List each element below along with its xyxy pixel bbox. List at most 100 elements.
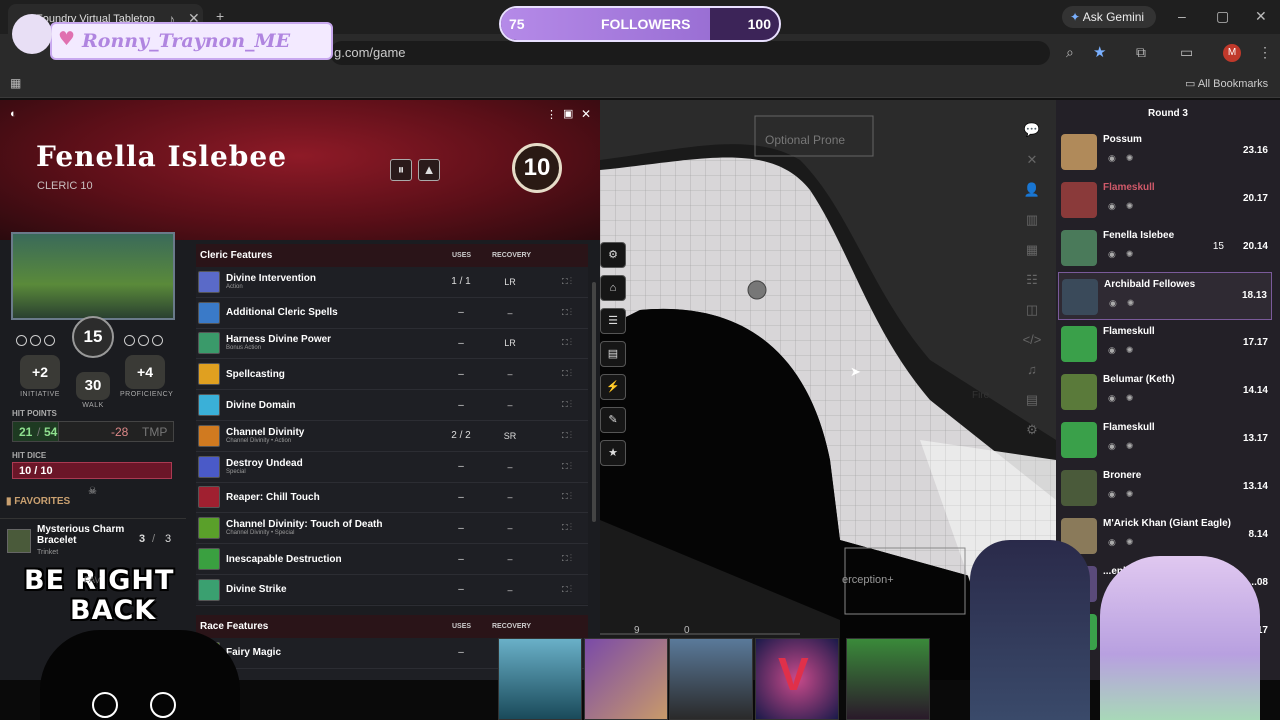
combatant-initiative[interactable]: 14.14 (1243, 385, 1268, 396)
initiative-stat[interactable]: +2 INITIATIVE (15, 355, 65, 398)
combatant-toggle-icons[interactable]: ◉✺ (1108, 201, 1143, 212)
rest-icon[interactable]: ⏸ (390, 159, 412, 181)
combatant-initiative[interactable]: 13.17 (1243, 433, 1268, 444)
feature-row[interactable]: Destroy Undead Special – – ⛶ ⋮ (196, 452, 588, 483)
lighting-controls-icon[interactable]: ⚡ (600, 374, 626, 400)
sheet-token-icon[interactable]: ▣ (563, 107, 573, 120)
feature-row[interactable]: Reaper: Chill Touch – – ⛶ ⋮ (196, 483, 588, 514)
cards-tab-icon[interactable]: ◫ (1022, 295, 1042, 325)
feature-row[interactable]: Divine Domain – – ⛶ ⋮ (196, 390, 588, 421)
favorite-controls-icon[interactable]: ★ (600, 440, 626, 466)
tables-tab-icon[interactable]: ☷ (1022, 265, 1042, 295)
bookmark-star-icon[interactable]: ★ (1093, 43, 1106, 61)
combatant-row[interactable]: Possum ◉✺ 23.16 (1058, 128, 1272, 176)
cast-icon[interactable]: ▭ (1180, 44, 1193, 61)
list-controls-icon[interactable]: ☰ (600, 308, 626, 334)
window-close-icon[interactable]: ✕ (1255, 8, 1267, 25)
tiles-controls-icon[interactable]: ▤ (600, 341, 626, 367)
url-field[interactable]: g.com/game (330, 41, 1050, 65)
feature-row[interactable]: Channel Divinity: Touch of Death Channel… (196, 513, 588, 545)
features-scrollbar[interactable] (592, 282, 596, 522)
camp-icon[interactable]: ▲ (418, 159, 440, 181)
actors-tab-icon[interactable]: 👤 (1022, 175, 1042, 205)
sheet-close-icon[interactable]: ✕ (581, 107, 591, 121)
combatant-toggle-icons[interactable]: ◉✺ (1109, 298, 1144, 309)
ask-gemini-button[interactable]: ✦ Ask Gemini (1062, 6, 1156, 28)
sidebar-tabs[interactable]: 💬 ✕ 👤 ▥ ▦ ☷ ◫ </> ♫ ▤ ⚙ (1022, 115, 1042, 445)
feature-actions-icon[interactable]: ⛶ ⋮ (562, 492, 572, 502)
feature-uses[interactable]: – (446, 492, 476, 503)
death-saves-left[interactable] (16, 333, 58, 351)
sheet-menu-icon[interactable]: ⋮ (546, 108, 557, 121)
token-controls-icon[interactable]: ⚙ (600, 242, 626, 268)
feature-actions-icon[interactable]: ⛶ ⋮ (562, 523, 572, 533)
feature-uses[interactable]: 2 / 2 (446, 430, 476, 441)
combatant-initiative[interactable]: 18.13 (1242, 290, 1267, 301)
feature-row[interactable]: Spellcasting – – ⛶ ⋮ (196, 359, 588, 391)
combatant-toggle-icons[interactable]: ◉✺ (1108, 393, 1143, 404)
chat-tab-icon[interactable]: 💬 (1022, 115, 1042, 145)
combatant-toggle-icons[interactable]: ◉✺ (1108, 537, 1143, 548)
feature-actions-icon[interactable]: ⛶ ⋮ (562, 308, 572, 318)
feature-row[interactable]: Harness Divine Power Bonus Action – LR ⛶… (196, 329, 588, 360)
feature-uses[interactable]: – (446, 400, 476, 411)
combatant-initiative[interactable]: 23.16 (1243, 145, 1268, 156)
feature-row[interactable]: Inescapable Destruction – – ⛶ ⋮ (196, 544, 588, 575)
feature-uses[interactable]: – (446, 369, 476, 380)
feature-actions-icon[interactable]: ⛶ ⋮ (562, 369, 572, 379)
feature-actions-icon[interactable]: ⛶ ⋮ (562, 431, 572, 441)
maximize-icon[interactable]: ▢ (1216, 8, 1229, 25)
combatant-toggle-icons[interactable]: ◉✺ (1108, 153, 1143, 164)
hit-dice-field[interactable]: 10 / 10 (12, 462, 172, 479)
hit-points-field[interactable]: 21 / 54 -28 TMP (12, 421, 174, 442)
all-bookmarks-link[interactable]: ▭ All Bookmarks (1185, 77, 1268, 90)
feature-uses[interactable]: – (446, 584, 476, 595)
favorite-item-uses[interactable]: 3 (139, 533, 145, 545)
extensions-icon[interactable]: ⧉ (1136, 44, 1146, 61)
menu-kebab-icon[interactable]: ⋮ (1258, 44, 1272, 61)
combatant-initiative[interactable]: 13.14 (1243, 481, 1268, 492)
feature-row[interactable]: Additional Cleric Spells – – ⛶ ⋮ (196, 298, 588, 329)
feature-actions-icon[interactable]: ⛶ ⋮ (562, 554, 572, 564)
feature-uses[interactable]: – (446, 554, 476, 565)
combatant-row[interactable]: Fenella Islebee ◉✺ 15 20.14 (1058, 224, 1272, 272)
combatant-toggle-icons[interactable]: ◉✺ (1108, 489, 1143, 500)
notes-controls-icon[interactable]: ✎ (600, 407, 626, 433)
feature-actions-icon[interactable]: ⛶ ⋮ (562, 400, 572, 410)
character-portrait[interactable] (11, 232, 175, 320)
sheet-mode-icon[interactable]: ◐ (10, 108, 17, 120)
combatant-toggle-icons[interactable]: ◉✺ (1108, 249, 1143, 260)
measure-controls-icon[interactable]: ⌂ (600, 275, 626, 301)
feature-row[interactable]: Divine Strike – – ⛶ ⋮ (196, 575, 588, 606)
compendium-tab-icon[interactable]: ▤ (1022, 385, 1042, 415)
playlists-tab-icon[interactable]: ♫ (1022, 355, 1042, 385)
combatant-initiative[interactable]: 8.14 (1249, 529, 1268, 540)
items-tab-icon[interactable]: ▥ (1022, 205, 1042, 235)
feature-uses[interactable]: – (446, 461, 476, 472)
minimize-icon[interactable]: – (1178, 8, 1186, 24)
combatant-row[interactable]: Bronere ◉✺ 13.14 (1058, 464, 1272, 512)
combatant-toggle-icons[interactable]: ◉✺ (1108, 441, 1143, 452)
feature-uses[interactable]: 1 / 1 (446, 276, 476, 287)
combatant-initiative[interactable]: 20.17 (1243, 193, 1268, 204)
favorite-item[interactable]: Mysterious Charm Bracelet Trinket 3 / 3 (0, 518, 186, 558)
apps-grid-icon[interactable]: ▦ (10, 76, 21, 90)
combatant-row[interactable]: Flameskull ◉✺ 13.17 (1058, 416, 1272, 464)
feature-uses[interactable]: – (446, 307, 476, 318)
zoom-icon[interactable]: ⌕ (1066, 44, 1074, 61)
combatant-row[interactable]: Flameskull ◉✺ 20.17 (1058, 176, 1272, 224)
profile-avatar[interactable]: M (1223, 44, 1241, 62)
hp-delta[interactable]: -28 (111, 425, 128, 439)
settings-tab-icon[interactable]: ⚙ (1022, 415, 1042, 445)
feature-uses[interactable]: – (446, 338, 476, 349)
combatant-row[interactable]: M'Arick Khan (Giant Eagle) ◉✺ 8.14 (1058, 512, 1272, 560)
combatant-row[interactable]: Flameskull ◉✺ 17.17 (1058, 320, 1272, 368)
collapse-icon[interactable]: ✕ (1022, 145, 1042, 175)
hp-current[interactable]: 21 (19, 425, 32, 439)
combatant-row[interactable]: Belumar (Keth) ◉✺ 14.14 (1058, 368, 1272, 416)
feature-actions-icon[interactable]: ⛶ ⋮ (562, 277, 572, 287)
feature-uses[interactable]: – (446, 523, 476, 534)
feature-row[interactable]: Channel Divinity Channel Divinity • Acti… (196, 421, 588, 452)
death-saves-right[interactable] (124, 333, 166, 351)
hp-temp[interactable]: TMP (142, 425, 167, 439)
